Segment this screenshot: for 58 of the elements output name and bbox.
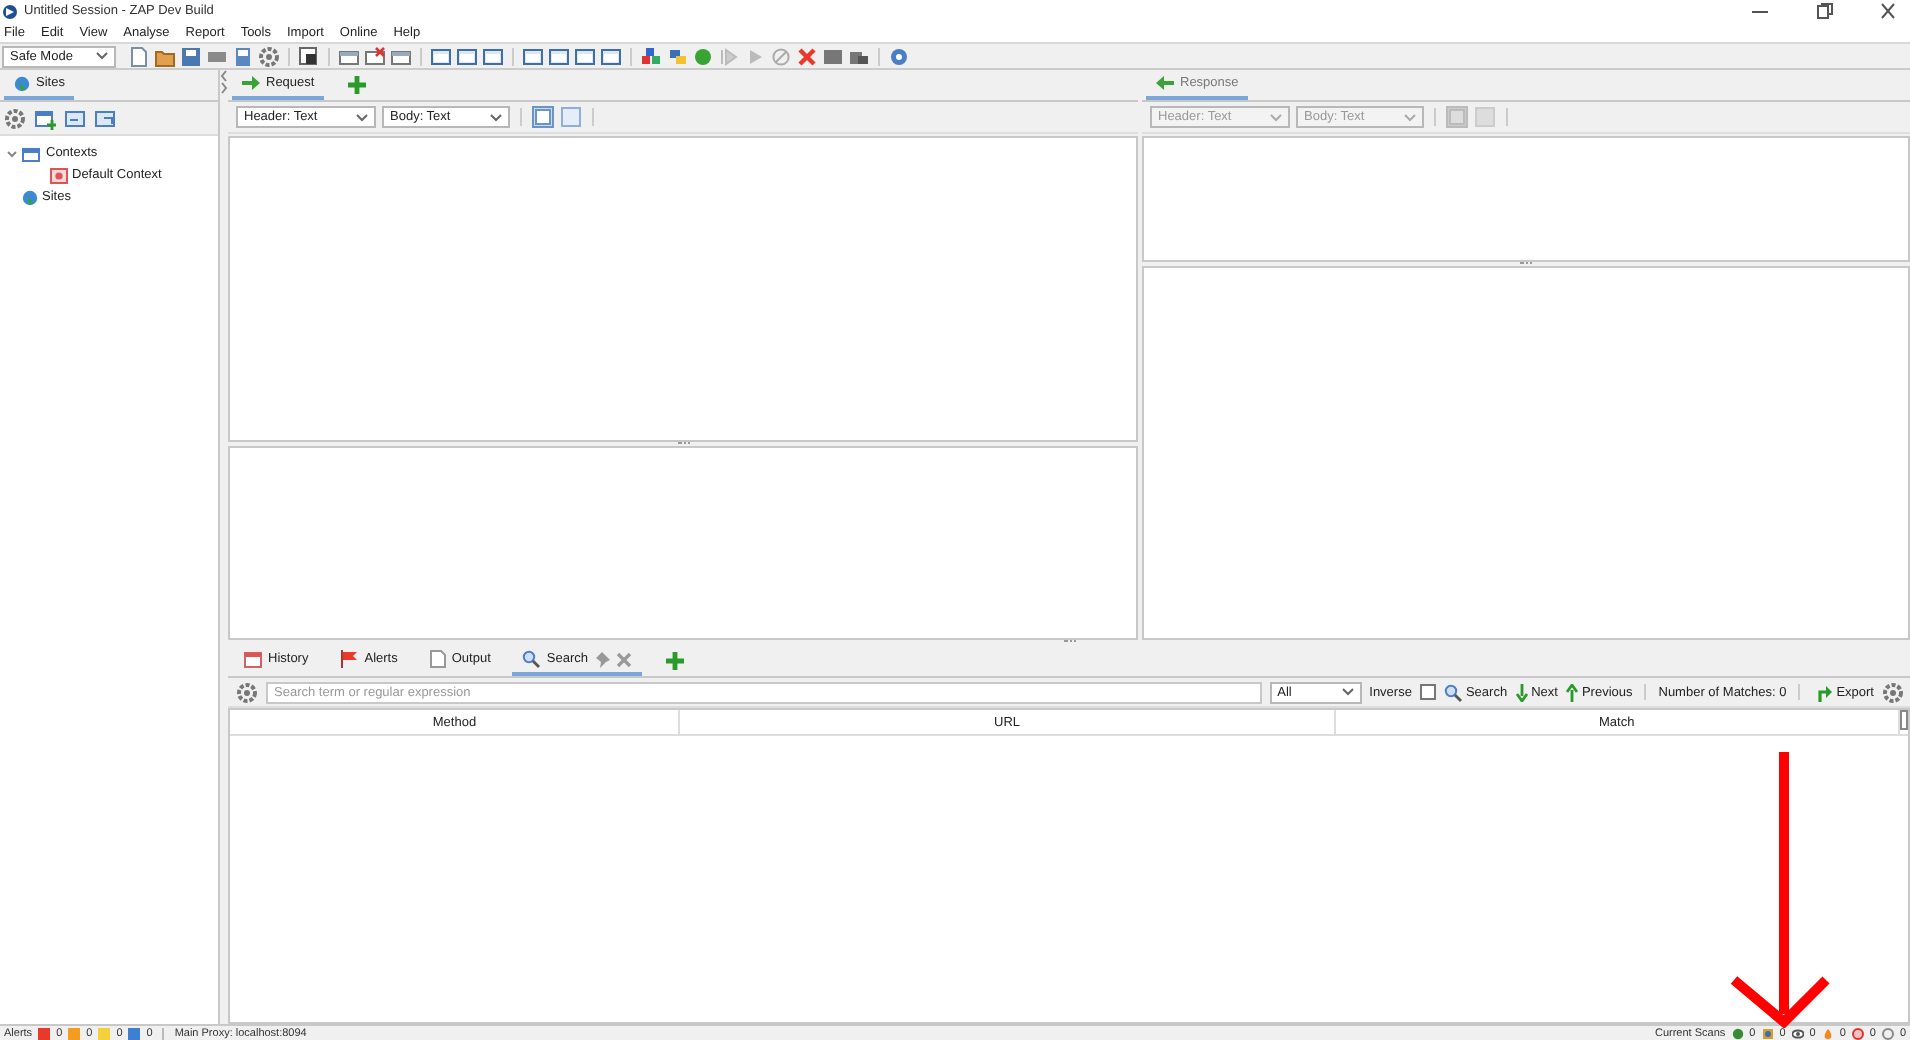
layout-icon[interactable] <box>482 45 504 67</box>
left-arrow-icon <box>1156 76 1174 90</box>
settings-icon[interactable] <box>236 681 258 703</box>
layout-icon[interactable] <box>430 45 452 67</box>
blocked-icon <box>1881 1027 1894 1039</box>
window-close-icon[interactable] <box>364 45 386 67</box>
document-save-icon[interactable] <box>232 45 254 67</box>
contexts-icon <box>22 145 42 161</box>
stop-icon[interactable] <box>770 45 792 67</box>
context-icon <box>50 167 68 183</box>
dropdown-caret-icon <box>96 52 108 60</box>
dropdown-caret-icon <box>1341 688 1354 696</box>
expand-right-icon[interactable] <box>220 82 228 94</box>
dropdown-caret-icon <box>356 113 368 121</box>
right-arrow-icon <box>242 76 260 90</box>
layout-icon[interactable] <box>548 45 570 67</box>
globe-icon <box>14 75 30 91</box>
collapse-left-icon[interactable] <box>220 70 228 82</box>
add-tab-icon[interactable] <box>348 76 367 94</box>
layout-icon[interactable] <box>574 45 596 67</box>
layout-icon[interactable] <box>456 45 478 67</box>
column-options-icon[interactable] <box>1900 710 1908 730</box>
dropdown-caret-icon <box>1270 113 1282 121</box>
window-icon[interactable] <box>390 45 412 67</box>
circle-icon[interactable] <box>692 45 714 67</box>
close-tab-icon[interactable] <box>615 651 632 667</box>
save-icon[interactable] <box>180 45 202 67</box>
split-view-icon[interactable] <box>532 106 554 128</box>
magnifier-icon <box>522 650 541 668</box>
layout-icon[interactable] <box>522 45 544 67</box>
dropdown-caret-icon <box>1404 113 1416 121</box>
blocks-icon[interactable] <box>640 45 662 67</box>
export-context-icon[interactable] <box>94 107 116 129</box>
new-context-icon[interactable] <box>34 107 56 129</box>
close-icon[interactable] <box>1876 2 1900 20</box>
flame-icon <box>1821 1027 1834 1039</box>
up-arrow-icon <box>1565 683 1578 701</box>
magnifier-icon <box>1443 683 1462 701</box>
settings-icon[interactable] <box>1882 681 1904 703</box>
layout-icon[interactable] <box>600 45 622 67</box>
document-icon <box>429 650 446 668</box>
expand-chevron-icon[interactable] <box>6 147 18 159</box>
help-icon[interactable] <box>888 45 910 67</box>
down-arrow-icon <box>1515 683 1528 701</box>
close-icon[interactable] <box>796 45 818 67</box>
panel-icon[interactable] <box>822 45 844 67</box>
import-context-icon[interactable] <box>64 107 86 129</box>
calendar-icon <box>244 650 262 668</box>
globe-icon <box>22 189 38 205</box>
pin-icon[interactable] <box>593 651 610 667</box>
restore-icon[interactable] <box>1812 2 1836 20</box>
dropdown-caret-icon <box>490 113 502 121</box>
inverse-checkbox[interactable] <box>1419 684 1436 700</box>
settings-icon[interactable] <box>258 45 280 67</box>
eye-icon <box>1791 1027 1804 1039</box>
settings-icon[interactable] <box>4 107 26 129</box>
add-tab-icon[interactable] <box>665 652 684 670</box>
window-icon[interactable] <box>338 45 360 67</box>
